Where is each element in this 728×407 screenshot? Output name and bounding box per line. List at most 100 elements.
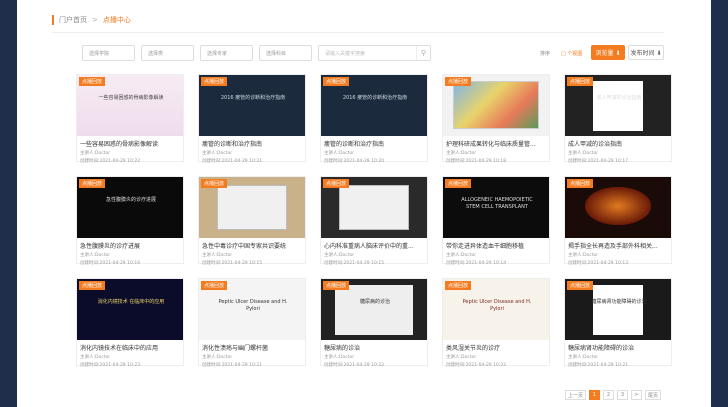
video-card[interactable]: 点播回放 Peptic Ulcer Disease and H. Pylori 类风…: [442, 278, 550, 368]
video-speaker: 主讲人:Doctor: [446, 355, 477, 360]
video-thumbnail[interactable]: 点播回放: [443, 75, 549, 136]
video-speaker: 主讲人:Doctor: [324, 355, 355, 360]
video-speaker: 主讲人:Doctor: [568, 253, 599, 258]
doctor-select[interactable]: 选择专家: [200, 45, 253, 61]
video-card[interactable]: 点播回放 成人甲减的诊治指南 成人甲减的诊治指南 主讲人:Doctor 创建时间:202…: [564, 74, 672, 164]
video-title[interactable]: 消化内镜技术在临床中的应用: [80, 343, 180, 352]
video-title[interactable]: 心内科准重病人脑床评价中的重...: [324, 241, 424, 250]
search-input[interactable]: 请输入关键字搜索 ⚲: [318, 45, 431, 61]
page-1-button[interactable]: 1: [589, 390, 601, 400]
last-page-button[interactable]: 尾页: [645, 390, 662, 400]
replay-badge: 点播回放: [79, 77, 106, 86]
video-thumbnail[interactable]: 点播回放 ALLOGENEIC HAEMOPOIETIC STEM CELL TR…: [443, 177, 549, 238]
map-image: [453, 81, 539, 129]
video-thumbnail[interactable]: 点播回放 Peptic Ulcer Disease and H. Pylori: [199, 279, 305, 340]
video-card[interactable]: 点播回放 糖尿病肾功能障碍的诊治 糖尿病肾功能障碍的诊治 主讲人:Doctor 创建时间…: [564, 278, 672, 368]
video-card[interactable]: 点播回放 Peptic Ulcer Disease and H. Pylori 消化…: [198, 278, 306, 368]
video-title[interactable]: 瘘管的诊断和治疗指南: [202, 139, 302, 148]
video-card[interactable]: 点播回放 ALLOGENEIC HAEMOPOIETIC STEM CELL TR…: [442, 176, 550, 266]
thumbnail-caption: 糖尿病肾功能障碍的诊治: [591, 299, 647, 305]
video-speaker: 主讲人:Doctor: [80, 355, 111, 360]
replay-badge: 点播回放: [79, 179, 106, 188]
video-card[interactable]: 点播回放揭手指全长再造及手部外科相关... 主讲人:Doctor 创建时间:2021…: [564, 176, 672, 266]
video-card[interactable]: 点播回放 一些容易困惑的骨病影像解读 一些容易困惑的骨病影像解读 主讲人:Doctor…: [76, 74, 184, 164]
video-card[interactable]: 点播回放 2016 瘘管的诊断和治疗指南 瘘管的诊断和治疗指南 主讲人:Doctor 创…: [198, 74, 306, 164]
video-title[interactable]: 带你走进异体造血干细胞移植: [446, 241, 546, 250]
department-select[interactable]: 选择学院: [82, 45, 135, 61]
video-time: 创建时间:2021-04-29 10:22: [446, 363, 507, 368]
video-speaker: 主讲人:Doctor: [324, 253, 355, 258]
replay-badge: 点播回放: [323, 179, 350, 188]
video-title[interactable]: 护理科研成果转化与临床质量管...: [446, 139, 546, 148]
page-2-button[interactable]: 2: [603, 390, 615, 400]
video-title[interactable]: 成人甲减的诊治指南: [568, 139, 668, 148]
video-thumbnail[interactable]: 点播回放 2016 瘘管的诊断和治疗指南: [321, 75, 427, 136]
page-3-button[interactable]: 3: [617, 390, 629, 400]
sort-by-time-button[interactable]: 发布时间 ⬇: [628, 45, 664, 60]
video-thumbnail[interactable]: 点播回放 2016 瘘管的诊断和治疗指南: [199, 75, 305, 136]
thumbnail-caption: 成人甲减的诊治指南: [596, 95, 642, 101]
video-time: 创建时间:2021-04-29 10:17: [568, 159, 629, 164]
video-speaker: 主讲人:Doctor: [324, 151, 355, 156]
video-thumbnail[interactable]: 点播回放: [565, 177, 671, 238]
video-title[interactable]: 一些容易困惑的骨病影像解读: [80, 139, 180, 148]
next-page-button[interactable]: >: [631, 390, 643, 400]
video-title[interactable]: 糖尿病的诊治: [324, 343, 424, 352]
thumbnail-caption: Peptic Ulcer Disease and H. Pylori: [462, 299, 532, 312]
video-thumbnail[interactable]: 点播回放: [199, 177, 305, 238]
video-thumbnail[interactable]: 点播回放 消化内镜技术 在临床中的应用: [77, 279, 183, 340]
video-title[interactable]: 类风湿关节炎的诊疗: [446, 343, 546, 352]
video-time: 创建时间:2021-04-29 10:21: [202, 363, 263, 368]
video-time: 创建时间:2021-04-29 10:21: [568, 363, 629, 368]
sort-by-views-button[interactable]: 浏览量 ⬇: [591, 45, 625, 60]
slide-panel: [593, 285, 643, 335]
video-title[interactable]: 消化性溃疡与幽门螺杆菌: [202, 343, 302, 352]
breadcrumb-home-link[interactable]: 门户首页: [59, 15, 87, 25]
video-title[interactable]: 糖尿病肾功能障碍的诊治: [568, 343, 668, 352]
replay-badge: 点播回放: [323, 77, 350, 86]
video-title[interactable]: 急性中毒诊疗中国专家共识要统: [202, 241, 302, 250]
thumbnail-caption: 2016 瘘管的诊断和治疗指南: [342, 95, 408, 101]
video-thumbnail[interactable]: 点播回放 糖尿病的诊治: [321, 279, 427, 340]
video-speaker: 主讲人:Doctor: [446, 253, 477, 258]
video-card[interactable]: 点播回放 糖尿病的诊治糖尿病的诊治主讲人:Doctor 创建时间:2021-04-2…: [320, 278, 428, 368]
video-speaker: 主讲人:Doctor: [568, 355, 599, 360]
video-speaker: 主讲人:Doctor: [202, 253, 233, 258]
replay-badge: 点播回放: [445, 281, 472, 290]
video-title[interactable]: 瘘管的诊断和治疗指南: [324, 139, 424, 148]
replay-badge: 点播回放: [567, 77, 594, 86]
video-thumbnail[interactable]: 点播回放急性腹膜炎的诊疗进展: [77, 177, 183, 238]
prev-page-button[interactable]: 上一页: [565, 390, 587, 400]
video-thumbnail[interactable]: 点播回放 糖尿病肾功能障碍的诊治: [565, 279, 671, 340]
slide-panel: [339, 185, 409, 230]
thumbnail-caption: ALLOGENEIC HAEMOPOIETIC STEM CELL TRANSP…: [461, 197, 533, 210]
video-card[interactable]: 点播回放 急性腹膜炎的诊疗进展 急性腹膜炎的诊疗进展 主讲人:Doctor 创建时间:2…: [76, 176, 184, 266]
breadcrumb: 门户首页 > 点播中心: [52, 10, 131, 30]
subject-select[interactable]: 选择科目: [259, 45, 312, 61]
grid-view-toggle[interactable]: □ 个视图: [561, 50, 582, 57]
video-title[interactable]: 急性腹膜炎的诊疗进展: [80, 241, 180, 250]
breadcrumb-current: 点播中心: [102, 16, 131, 24]
video-thumbnail[interactable]: 点播回放 Peptic Ulcer Disease and H. Pylori: [443, 279, 549, 340]
slide-image: [585, 187, 651, 225]
replay-badge: 点播回放: [201, 77, 228, 86]
video-card[interactable]: 点播回放 2016 瘘管的诊断和治疗指南 瘘管的诊断和治疗指南 主讲人:Doctor 创…: [320, 74, 428, 164]
replay-badge: 点播回放: [323, 281, 350, 290]
pagination: 上一页 1 2 3 > 尾页: [565, 390, 662, 400]
category-select[interactable]: 选择类: [141, 45, 194, 61]
video-time: 创建时间:2021-04-29 10:22: [324, 363, 385, 368]
thumbnail-caption: 急性腹膜炎的诊疗进展: [105, 197, 156, 203]
video-title[interactable]: 揭手指全长再造及手部外科相关...: [568, 241, 668, 250]
video-time: 创建时间:2021-04-29 10:13: [568, 261, 629, 266]
video-thumbnail[interactable]: 点播回放 一些容易困惑的骨病影像解读: [77, 75, 183, 136]
slide-panel: [593, 81, 643, 131]
search-icon[interactable]: ⚲: [416, 46, 430, 60]
sort-label: 排序: [540, 51, 551, 57]
video-card[interactable]: 点播回放 心内科准重病人脑床评价中的重... 主讲人:Doctor 创建时间:2021…: [320, 176, 428, 266]
video-card[interactable]: 点播回放 急性中毒诊疗中国专家共识要统 主讲人:Doctor 创建时间:2021-04…: [198, 176, 306, 266]
video-card[interactable]: 点播回放 消化内镜技术 在临床中的应用消化内镜技术在临床中的应用主讲人:Docto…: [76, 278, 184, 368]
video-thumbnail[interactable]: 点播回放成人甲减的诊治指南: [565, 75, 671, 136]
video-thumbnail[interactable]: 点播回放: [321, 177, 427, 238]
video-card[interactable]: 点播回放 护理科研成果转化与临床质量管... 主讲人:Doctor 创建时间:2021…: [442, 74, 550, 164]
video-time: 创建时间:2021-04-29 10:16: [80, 261, 141, 266]
